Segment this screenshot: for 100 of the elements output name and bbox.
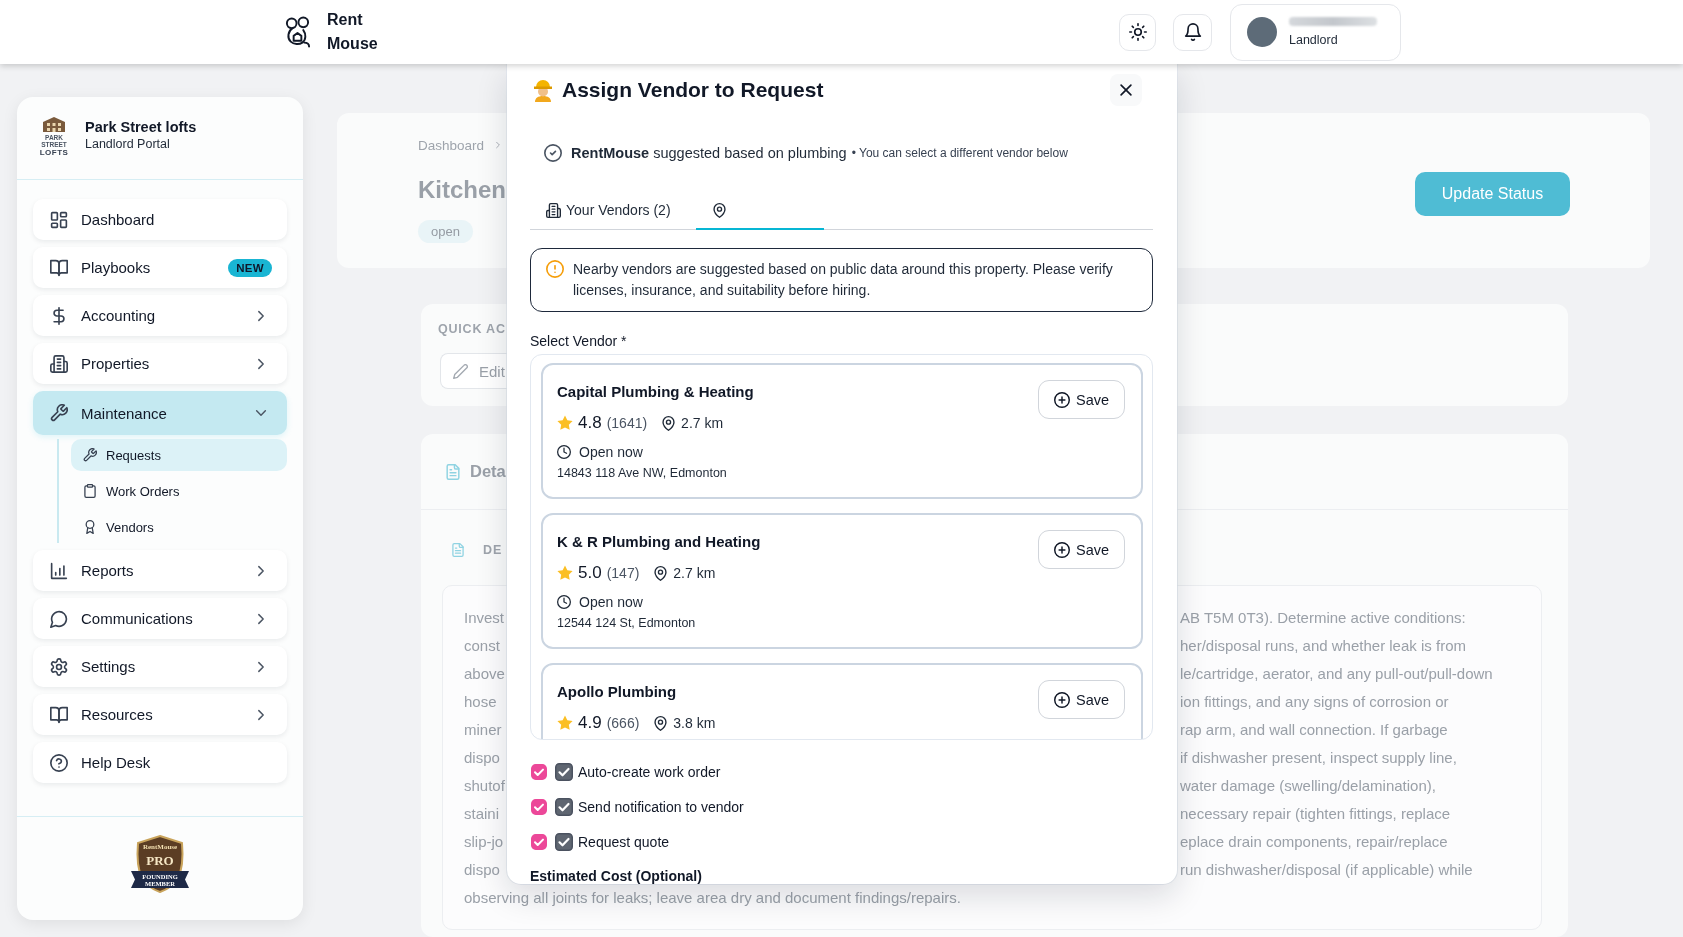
nav-item[interactable]: Help Desk: [33, 742, 287, 783]
badge-text: PRO: [146, 853, 174, 868]
option-label: Request quote: [578, 834, 670, 850]
plus-circle-icon: [1053, 691, 1070, 708]
alert-circle-icon: [546, 260, 564, 278]
description-text: const: [464, 636, 500, 656]
bell-icon: [1183, 23, 1202, 41]
user-role: Landlord: [1289, 32, 1339, 48]
vendor-name: Apollo Plumbing: [557, 682, 678, 702]
description-text: slip-jo: [464, 832, 504, 852]
save-button[interactable]: Save: [1038, 530, 1125, 569]
plus-circle-icon: [1053, 541, 1070, 558]
dollar-icon: [50, 306, 68, 325]
book-icon: [50, 705, 68, 724]
description-text: ion fittings, and any signs of corrosion or: [1180, 692, 1449, 712]
vendor-address: 12544 124 St, Edmonton: [557, 615, 697, 631]
request-title: Kitchen: [418, 175, 506, 205]
vendor-card[interactable]: Capital Plumbing & Heating 4.8 (1641) 2.7 km Open now 14843 118 Ave NW, Edmonton Save: [541, 363, 1143, 499]
nav-item[interactable]: Communications: [33, 598, 287, 639]
opening-status: Open now: [579, 594, 643, 610]
map-pin-icon: [653, 715, 669, 731]
distance: 2.7 km: [681, 415, 724, 431]
book-icon: [50, 258, 68, 277]
nav-item[interactable]: Accounting: [33, 295, 287, 336]
description-text: dispo: [464, 860, 500, 880]
section-heading: QUICK AC: [438, 321, 506, 337]
wrench-icon: [83, 448, 97, 462]
description-text: rap arm, and wall connection. If garbage: [1180, 720, 1448, 740]
distance: 3.8 km: [673, 715, 716, 731]
description-text: eplace drain components, repair/replace: [1180, 832, 1448, 852]
description-text: if dishwasher present, inspect supply line,: [1180, 748, 1457, 768]
save-button[interactable]: Save: [1038, 380, 1125, 419]
document-icon: [451, 543, 465, 557]
wrench-icon: [50, 404, 68, 422]
subnav-item[interactable]: Requests: [71, 439, 287, 471]
dialog-title: Assign Vendor to Request: [562, 78, 824, 102]
brand-name: Rent Mouse: [327, 10, 378, 54]
chat-bubble-icon: [50, 609, 68, 628]
nav-item[interactable]: Playbooks NEW: [33, 247, 287, 288]
vendor-card[interactable]: K & R Plumbing and Heating 5.0 (147) 2.7 km Open now 12544 124 St, Edmonton Save: [541, 513, 1143, 649]
plus-circle-icon: [1053, 391, 1070, 408]
status-tag: open: [418, 220, 473, 243]
subnav-item[interactable]: Vendors: [71, 511, 287, 543]
notifications-button[interactable]: [1173, 13, 1212, 51]
save-button[interactable]: Save: [1038, 680, 1125, 719]
description-text: miner: [464, 720, 502, 740]
clock-icon: [557, 445, 571, 459]
nav-item[interactable]: Resources: [33, 694, 287, 735]
nav-item[interactable]: Maintenance: [33, 391, 287, 435]
vendor-card[interactable]: Apollo Plumbing 4.9 (666) 3.8 km Save: [541, 663, 1143, 739]
star-icon: [557, 715, 573, 731]
clock-icon: [557, 595, 571, 609]
description-text: Invest: [464, 608, 505, 628]
description-text: water damage (swelling/delamination),: [1180, 776, 1436, 796]
notice-text: Nearby vendors are suggested based on public data around this property. Please verify licenses, insurance, and suitability before hiring.: [573, 260, 1114, 300]
description-text: her/disposal runs, and whether leak is from: [1180, 636, 1466, 656]
checkbox[interactable]: [531, 834, 547, 850]
checkbox[interactable]: [531, 799, 547, 815]
distance: 2.7 km: [673, 565, 716, 581]
description-text: run dishwasher/disposal (if applicable) while: [1180, 860, 1473, 880]
description-text: observing all joints for leaks; leave area dry and document findings/repairs.: [464, 889, 961, 906]
logo-text: LOFTS: [39, 147, 69, 157]
opening-status: Open now: [579, 444, 643, 460]
help-icon: [50, 753, 68, 772]
checkbox[interactable]: [531, 764, 547, 780]
rating-value: 4.9: [578, 713, 602, 733]
vendor-name: K & R Plumbing and Heating: [557, 532, 762, 552]
user-menu[interactable]: Landlord: [1230, 3, 1401, 61]
ribbon-banner: [131, 871, 189, 888]
dashboard-icon: [50, 210, 68, 229]
nav-item[interactable]: Settings: [33, 646, 287, 687]
new-badge: NEW: [228, 258, 272, 277]
field-label: Select Vendor *: [530, 332, 627, 350]
field-label: Estimated Cost (Optional): [530, 868, 702, 884]
description-text: dispo: [464, 748, 500, 768]
description-text: shutof: [464, 776, 505, 796]
map-pin-icon: [653, 565, 669, 581]
description-text: le/cartridge, aerator, and any pull-out/pull-down: [1180, 664, 1493, 684]
review-count: (147): [606, 565, 640, 581]
mouse-logo-icon: [284, 16, 311, 48]
option-label: Send notification to vendor: [578, 799, 744, 815]
check-circle-icon: [544, 144, 562, 162]
description-text: necessary repair (tighten fittings, replace: [1180, 804, 1451, 824]
building-logo-icon: [40, 115, 68, 132]
star-icon: [557, 565, 573, 581]
nav-item[interactable]: Properties: [33, 343, 287, 384]
option-label: Auto-create work order: [578, 764, 721, 780]
settings-icon: [50, 657, 68, 676]
clipboard-icon: [83, 484, 97, 498]
theme-toggle-button[interactable]: [1119, 13, 1156, 51]
worker-icon: [533, 78, 553, 102]
tab[interactable]: Your Vendors (2): [530, 192, 687, 230]
sun-icon: [1128, 23, 1147, 41]
vendor-name: Capital Plumbing & Heating: [557, 382, 755, 402]
pencil-icon: [453, 363, 468, 379]
subnav-item[interactable]: Work Orders: [71, 475, 287, 507]
close-button[interactable]: [1110, 74, 1142, 106]
star-icon: [557, 415, 573, 431]
nav-item[interactable]: Reports: [33, 550, 287, 591]
nav-item[interactable]: Dashboard: [33, 199, 287, 240]
